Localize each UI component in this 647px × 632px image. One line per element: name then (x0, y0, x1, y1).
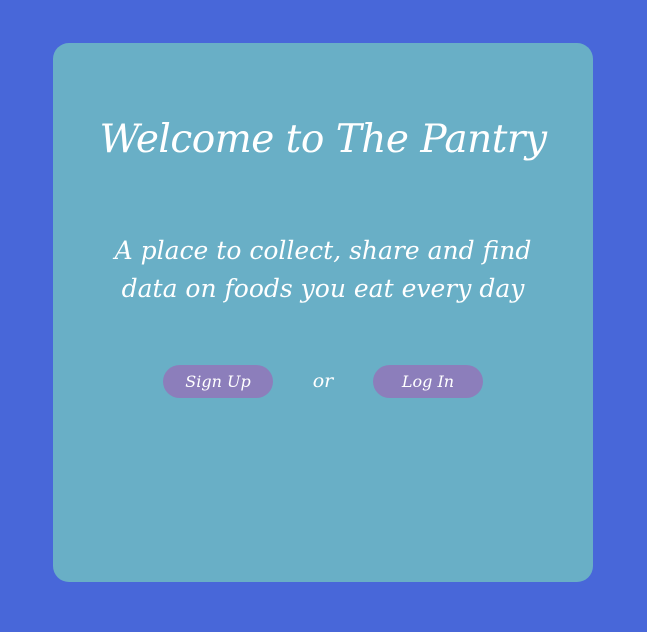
page-title: Welcome to The Pantry (99, 117, 547, 162)
auth-actions: Sign Up or Log In (53, 365, 593, 398)
page-subtitle: A place to collect, share and find data … (114, 236, 532, 303)
sign-up-button[interactable]: Sign Up (163, 365, 273, 398)
or-separator: or (312, 370, 334, 392)
log-in-button[interactable]: Log In (373, 365, 483, 398)
welcome-card: Welcome to The Pantry A place to collect… (53, 43, 593, 582)
